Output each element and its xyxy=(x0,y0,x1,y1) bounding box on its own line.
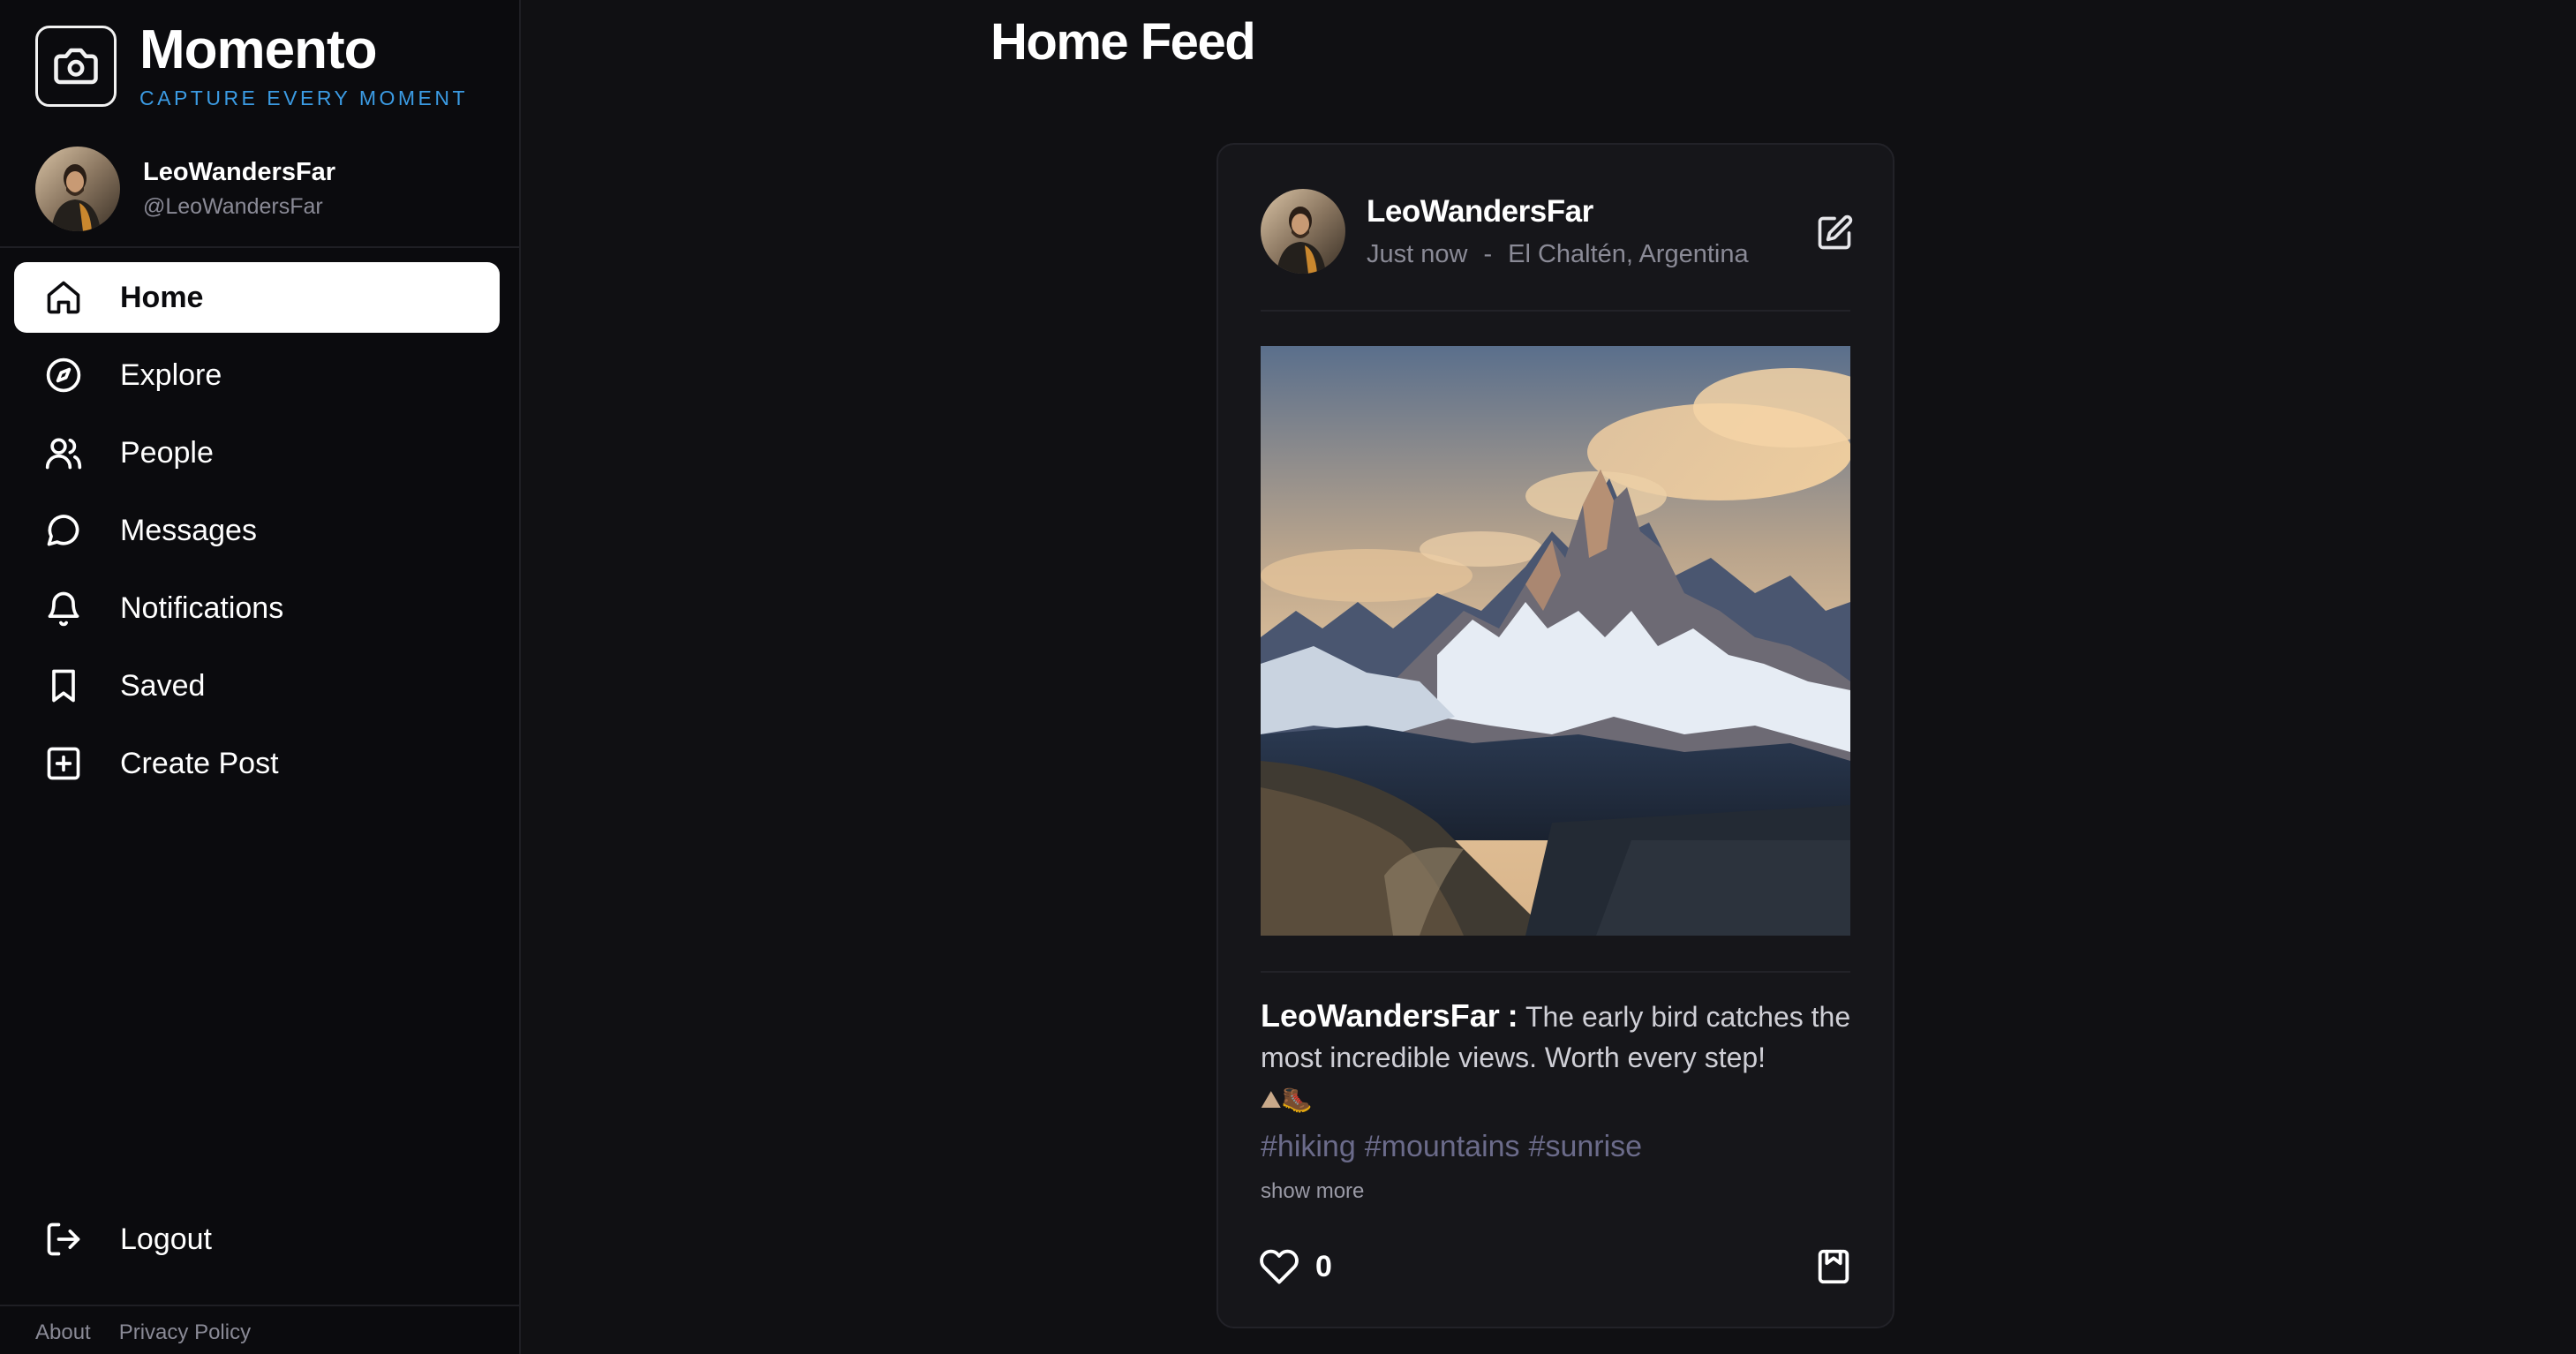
nav-label: Notifications xyxy=(120,590,284,625)
avatar[interactable] xyxy=(1261,189,1345,274)
nav-item-explore[interactable]: Explore xyxy=(14,340,500,410)
post-location: El Chaltén, Argentina xyxy=(1508,239,1749,268)
heart-icon xyxy=(1260,1249,1299,1284)
nav-label: Home xyxy=(120,280,204,314)
nav-label: Messages xyxy=(120,513,257,547)
post-caption: LeoWandersFar : The early bird catches t… xyxy=(1261,996,1861,1120)
nav-label: People xyxy=(120,435,214,470)
caption-username[interactable]: LeoWandersFar xyxy=(1261,997,1500,1034)
nav-label: Explore xyxy=(120,357,222,392)
profile-handle: @LeoWandersFar xyxy=(143,194,323,219)
nav-item-people[interactable]: People xyxy=(14,417,500,488)
home-icon xyxy=(42,276,85,319)
privacy-policy-link[interactable]: Privacy Policy xyxy=(119,1320,251,1345)
hashtag[interactable]: #sunrise xyxy=(1529,1130,1643,1163)
post-card: LeoWandersFar Just now - El Chaltén, Arg… xyxy=(1216,143,1894,1328)
page-title: Home Feed xyxy=(990,13,1256,71)
main-nav: Home Explore People Messages Notificatio… xyxy=(14,262,500,806)
brand-tagline: CAPTURE EVERY MOMENT xyxy=(139,86,469,109)
plus-square-icon xyxy=(42,742,85,785)
sidebar-footer: About Privacy Policy xyxy=(35,1320,279,1345)
save-post-button[interactable] xyxy=(1813,1246,1854,1287)
compass-icon xyxy=(42,354,85,396)
bookmark-icon xyxy=(1818,1249,1849,1284)
divider xyxy=(1261,310,1850,312)
post-username[interactable]: LeoWandersFar xyxy=(1367,194,1749,229)
brand-name: Momento xyxy=(139,19,378,80)
camera-icon xyxy=(35,26,117,107)
brand[interactable]: Momento CAPTURE EVERY MOMENT xyxy=(35,19,469,109)
nav-item-saved[interactable]: Saved xyxy=(14,651,500,721)
logout-icon xyxy=(42,1218,85,1260)
meta-separator: - xyxy=(1483,239,1493,268)
sidebar-profile[interactable]: LeoWandersFar @LeoWandersFar xyxy=(35,147,335,231)
divider xyxy=(1261,971,1850,973)
logout-label: Logout xyxy=(120,1222,212,1256)
hashtag[interactable]: #mountains xyxy=(1365,1130,1520,1163)
divider xyxy=(0,246,519,248)
post-header: LeoWandersFar Just now - El Chaltén, Arg… xyxy=(1261,189,1749,274)
profile-name: LeoWandersFar xyxy=(143,158,336,186)
post-image[interactable] xyxy=(1261,346,1850,936)
avatar xyxy=(35,147,120,231)
like-button[interactable]: 0 xyxy=(1259,1246,1332,1287)
nav-label: Saved xyxy=(120,668,206,703)
hashtag[interactable]: #hiking xyxy=(1261,1130,1356,1163)
edit-icon xyxy=(1818,214,1853,250)
edit-post-button[interactable] xyxy=(1815,214,1854,252)
message-icon xyxy=(42,509,85,552)
caption-emoji: ⛰🥾 xyxy=(1261,1085,1313,1114)
bell-icon xyxy=(42,587,85,629)
post-time: Just now xyxy=(1367,239,1468,268)
about-link[interactable]: About xyxy=(35,1320,91,1345)
show-more-link[interactable]: show more xyxy=(1261,1179,1364,1204)
logout-button[interactable]: Logout xyxy=(14,1204,500,1275)
hashtags: #hiking #mountains #sunrise xyxy=(1261,1130,1651,1164)
logout-section: Logout xyxy=(14,1204,500,1282)
bookmark-icon xyxy=(42,665,85,707)
like-count: 0 xyxy=(1315,1249,1332,1283)
nav-item-create-post[interactable]: Create Post xyxy=(14,728,500,799)
sidebar: Momento CAPTURE EVERY MOMENT LeoWandersF xyxy=(0,0,521,1354)
nav-item-notifications[interactable]: Notifications xyxy=(14,573,500,643)
caption-colon: : xyxy=(1507,997,1518,1034)
people-icon xyxy=(42,432,85,474)
nav-item-messages[interactable]: Messages xyxy=(14,495,500,566)
nav-label: Create Post xyxy=(120,746,279,780)
nav-item-home[interactable]: Home xyxy=(14,262,500,333)
divider xyxy=(0,1305,519,1306)
